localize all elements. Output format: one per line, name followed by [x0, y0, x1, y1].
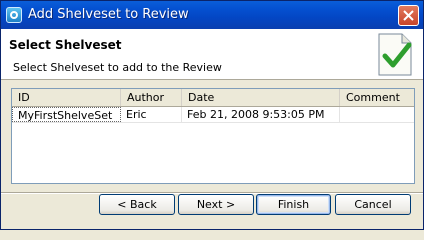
close-icon: [403, 10, 414, 21]
table-header: ID Author Date Comment: [12, 89, 414, 107]
title-bar[interactable]: Add Shelveset to Review: [1, 1, 423, 29]
cancel-button[interactable]: Cancel: [335, 194, 411, 215]
shelveset-table[interactable]: ID Author Date Comment MyFirstShelveSet …: [11, 88, 415, 184]
cell-id[interactable]: MyFirstShelveSet: [12, 107, 121, 122]
cell-date[interactable]: Feb 21, 2008 9:53:05 PM: [182, 107, 340, 122]
column-header-author[interactable]: Author: [121, 89, 182, 106]
finish-button[interactable]: Finish: [256, 194, 331, 215]
table-row[interactable]: MyFirstShelveSet Eric Feb 21, 2008 9:53:…: [12, 107, 414, 123]
column-header-comment[interactable]: Comment: [340, 89, 414, 106]
page-title: Select Shelveset: [9, 38, 122, 52]
close-button[interactable]: [398, 5, 419, 26]
cell-comment[interactable]: [340, 107, 414, 122]
column-header-id[interactable]: ID: [12, 89, 121, 106]
page-subtitle: Select Shelveset to add to the Review: [13, 61, 222, 74]
app-icon: [6, 7, 22, 23]
back-button[interactable]: < Back: [99, 194, 175, 215]
cell-author[interactable]: Eric: [121, 107, 182, 122]
wizard-header: Select Shelveset Select Shelveset to add…: [1, 29, 423, 80]
dialog-window: Add Shelveset to Review Select Shelveset…: [0, 0, 424, 230]
document-check-icon: [378, 33, 412, 76]
next-button[interactable]: Next >: [178, 194, 254, 215]
window-title: Add Shelveset to Review: [28, 7, 189, 22]
column-header-date[interactable]: Date: [182, 89, 340, 106]
